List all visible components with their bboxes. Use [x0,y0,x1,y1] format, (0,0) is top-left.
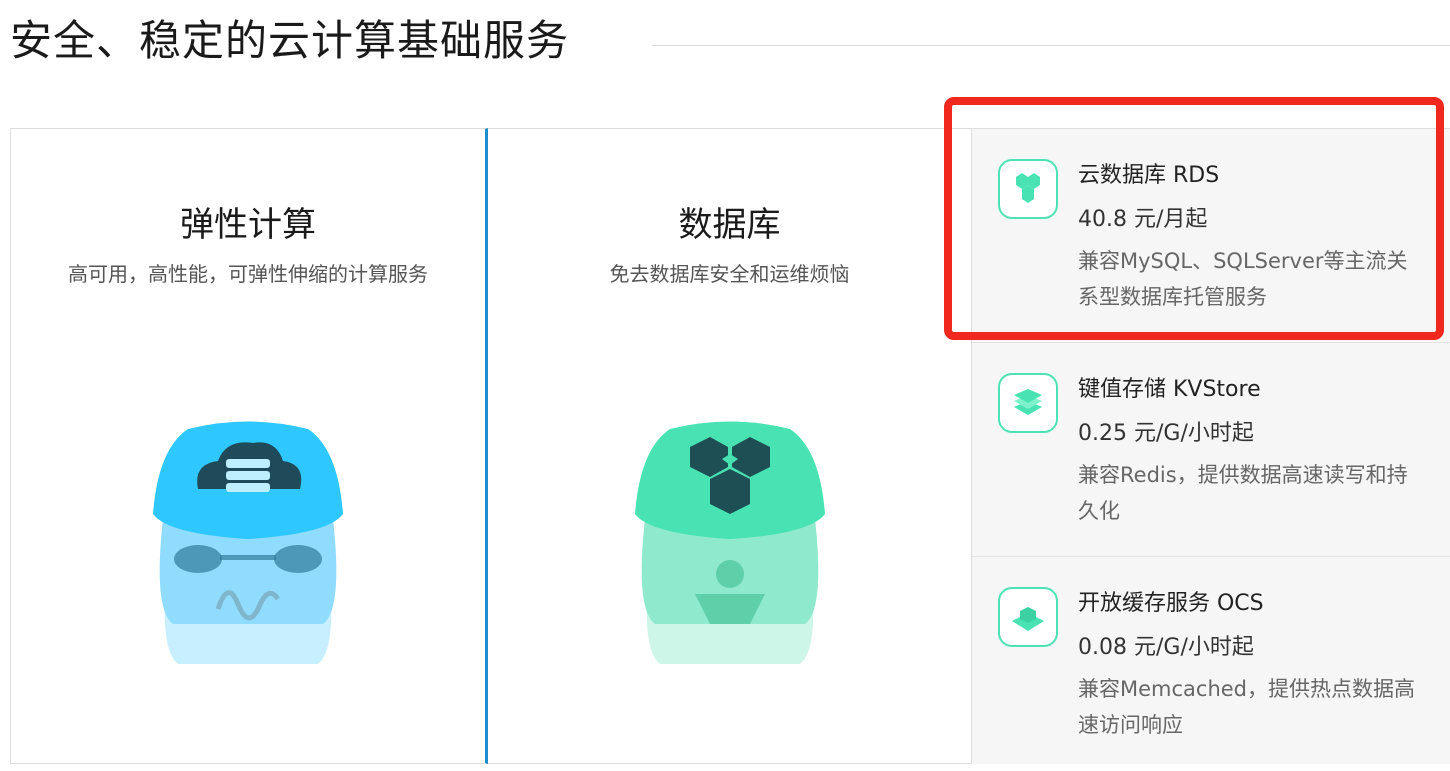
cube-stack-icon [998,587,1058,647]
product-item-kvstore[interactable]: 键值存储 KVStore 0.25 元/G/小时起 兼容Redis，提供数据高速… [972,343,1450,557]
cloud-server-stack-icon [153,421,343,664]
product-price: 0.08 元/G/小时起 [1078,635,1254,660]
layers-icon [998,373,1058,433]
panel-subtitle: 高可用，高性能，可弹性伸缩的计算服务 [68,262,428,286]
compute-illustration [11,409,485,669]
panel-heading: 数据库 [678,205,781,245]
highlight-box [944,97,1444,340]
product-description: 兼容Redis，提供数据高速读写和持久化 [1078,463,1408,523]
panel-elastic-compute[interactable]: 弹性计算 高可用，高性能，可弹性伸缩的计算服务 [10,128,488,764]
database-stack-icon [634,421,825,664]
panel-database[interactable]: 数据库 免去数据库安全和运维烦恼 [488,128,972,764]
product-price: 0.25 元/G/小时起 [1078,421,1254,446]
product-item-ocs[interactable]: 开放缓存服务 OCS 0.08 元/G/小时起 兼容Memcached，提供热点… [972,557,1450,771]
title-divider [652,45,1450,46]
database-illustration [488,409,971,669]
section-title: 安全、稳定的云计算基础服务 [10,16,570,65]
product-name: 开放缓存服务 OCS [1078,591,1264,616]
product-name: 键值存储 KVStore [1078,377,1261,402]
panel-heading: 弹性计算 [180,205,316,245]
panel-subtitle: 免去数据库安全和运维烦恼 [609,262,850,286]
product-description: 兼容Memcached，提供热点数据高速访问响应 [1078,677,1416,737]
